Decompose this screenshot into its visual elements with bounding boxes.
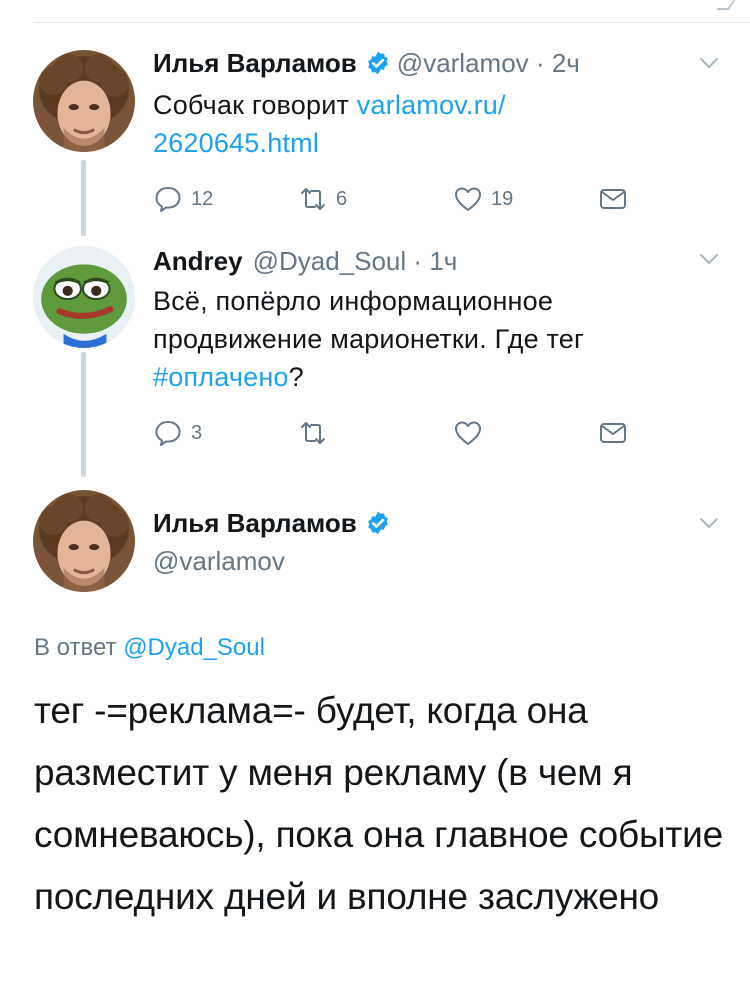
direct-message-icon — [598, 184, 628, 214]
tweet-text: Всё, попёрло информационное продвижение … — [153, 282, 690, 396]
direct-message-button[interactable] — [598, 416, 628, 450]
avatar[interactable] — [33, 490, 135, 592]
author-name[interactable]: Илья Варламов — [153, 508, 357, 538]
chevron-down-icon[interactable] — [698, 248, 720, 270]
timestamp[interactable]: 1ч — [429, 246, 457, 276]
avatar[interactable] — [33, 50, 135, 152]
author-name[interactable]: Илья Варламов — [153, 48, 357, 78]
like-count: 19 — [491, 187, 514, 210]
retweet-button[interactable]: 6 — [298, 182, 347, 216]
chevron-down-icon[interactable] — [698, 52, 720, 74]
separator-dot: · — [535, 48, 545, 78]
author-handle[interactable]: @varlamov — [153, 546, 285, 576]
tweet-text-content: Собчак говорит — [153, 90, 357, 120]
hashtag-link[interactable]: #оплачено — [153, 362, 289, 392]
chevron-down-icon[interactable] — [698, 512, 720, 534]
tweet-text-end: ? — [288, 362, 304, 392]
tweet-text-content: Всё, попёрло информационное продвижение … — [153, 286, 585, 354]
author-name[interactable]: Andrey — [153, 246, 243, 276]
main-tweet-text: тег -=реклама=- будет, когда она размест… — [34, 690, 723, 917]
reply-button[interactable]: 3 — [153, 416, 202, 450]
reply-button[interactable]: 12 — [153, 182, 213, 216]
top-divider — [34, 22, 750, 23]
retweet-icon — [298, 418, 328, 448]
thread-line — [81, 352, 86, 477]
author-handle[interactable]: @Dyad_Soul — [253, 246, 407, 276]
reply-prefix: В ответ — [34, 634, 124, 661]
top-corner-mark — [716, 0, 736, 10]
tweet-text: Собчак говорит varlamov.ru/ 2620645.html — [153, 86, 690, 162]
retweet-count: 6 — [336, 187, 348, 210]
reply-context: В ответ @Dyad_Soul — [34, 634, 265, 662]
tweet-actions: 3 — [153, 416, 633, 450]
reply-handle-link[interactable]: @Dyad_Soul — [123, 634, 265, 661]
timestamp[interactable]: 2ч — [552, 48, 580, 78]
reply-count: 3 — [191, 421, 203, 444]
retweet-button[interactable] — [298, 416, 328, 450]
like-button[interactable]: 19 — [453, 182, 513, 216]
reply-count: 12 — [191, 187, 214, 210]
avatar[interactable] — [33, 246, 135, 348]
direct-message-icon — [598, 418, 628, 448]
like-button[interactable] — [453, 416, 483, 450]
reply-icon — [153, 418, 183, 448]
verified-badge-icon — [365, 510, 391, 536]
direct-message-button[interactable] — [598, 182, 628, 216]
reply-icon — [153, 184, 183, 214]
thread-line — [81, 160, 86, 236]
like-icon — [453, 184, 483, 214]
verified-badge-icon — [365, 50, 391, 76]
separator-dot: · — [413, 246, 423, 276]
tweet-actions: 12 6 19 — [153, 182, 633, 216]
author-handle[interactable]: @varlamov — [397, 48, 529, 78]
retweet-icon — [298, 184, 328, 214]
like-icon — [453, 418, 483, 448]
